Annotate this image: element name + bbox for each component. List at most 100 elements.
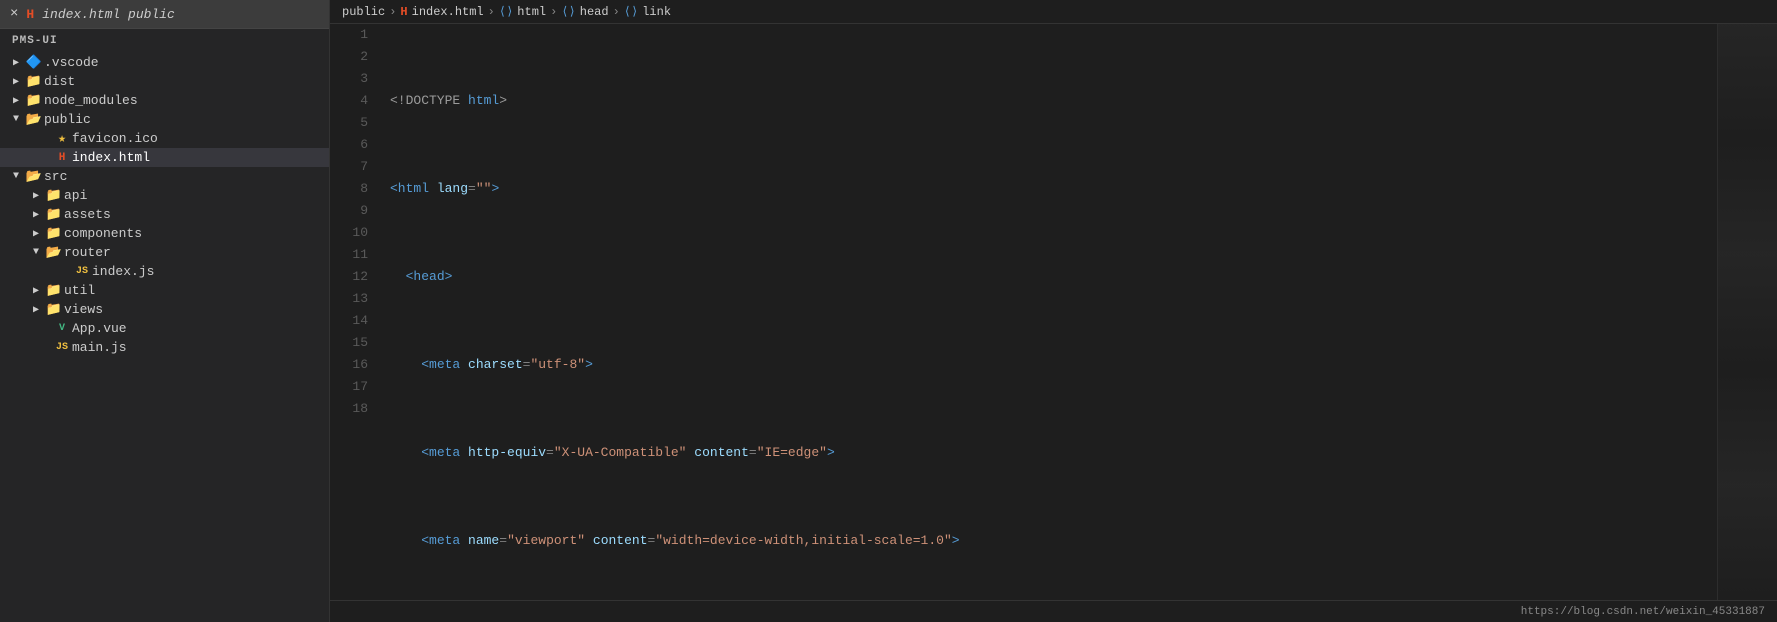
ln-18: 18 (330, 398, 368, 420)
sidebar-item-components[interactable]: ▶ 📁 components (0, 224, 329, 243)
ln-15: 15 (330, 332, 368, 354)
sidebar-item-index-html[interactable]: H index.html (0, 148, 329, 167)
vue-file-icon: V (52, 323, 72, 334)
item-label: assets (64, 207, 111, 222)
sidebar-item-vscode[interactable]: ▶ 🔷 .vscode (0, 53, 329, 72)
sidebar-item-main-js[interactable]: JS main.js (0, 338, 329, 357)
item-label: App.vue (72, 321, 127, 336)
html-file-icon: H (52, 152, 72, 164)
explorer-title: PMS-UI (0, 29, 329, 53)
breadcrumb-html-icon: H (400, 5, 407, 19)
breadcrumb-tag-icon3: ⟨⟩ (624, 4, 638, 19)
item-label: favicon.ico (72, 131, 158, 146)
ln-7: 7 (330, 156, 368, 178)
item-label: main.js (72, 340, 127, 355)
editor: 1 2 3 4 5 6 7 8 9 10 11 12 13 14 15 16 1… (330, 24, 1777, 622)
item-label: router (64, 245, 111, 260)
sidebar-item-assets[interactable]: ▶ 📁 assets (0, 205, 329, 224)
sidebar-item-views[interactable]: ▶ 📁 views (0, 300, 329, 319)
sidebar-item-util[interactable]: ▶ 📁 util (0, 281, 329, 300)
item-label: public (44, 112, 91, 127)
code-line-1: <!DOCTYPE html> (390, 90, 1717, 112)
folder-open-icon: 📂 (44, 245, 64, 260)
sidebar: × H index.html public PMS-UI ▶ 🔷 .vscode… (0, 0, 330, 622)
arrow-icon: ▶ (8, 76, 24, 88)
line-numbers: 1 2 3 4 5 6 7 8 9 10 11 12 13 14 15 16 1… (330, 24, 380, 600)
code-line-3: <head> (390, 266, 1717, 288)
breadcrumb-sep2: › (488, 5, 495, 19)
ln-1: 1 (330, 24, 368, 46)
ln-2: 2 (330, 46, 368, 68)
item-label: .vscode (44, 55, 99, 70)
folder-icon: 📁 (24, 74, 44, 89)
folder-icon: 📁 (44, 226, 64, 241)
minimap (1717, 24, 1777, 600)
item-label: dist (44, 74, 75, 89)
sidebar-item-router-index[interactable]: JS index.js (0, 262, 329, 281)
editor-wrapper: public › H index.html › ⟨⟩ html › ⟨⟩ hea… (330, 0, 1777, 622)
breadcrumb-sep3: › (550, 5, 557, 19)
arrow-icon: ▶ (28, 209, 44, 221)
arrow-icon: ▼ (28, 247, 44, 258)
ln-8: 8 (330, 178, 368, 200)
code-line-6: <meta name="viewport" content="width=dev… (390, 530, 1717, 552)
breadcrumb-sep1: › (389, 5, 396, 19)
sidebar-item-api[interactable]: ▶ 📁 api (0, 186, 329, 205)
favicon-icon: ★ (52, 131, 72, 146)
arrow-icon: ▶ (28, 285, 44, 297)
code-line-2: <html lang=""> (390, 178, 1717, 200)
breadcrumb: public › H index.html › ⟨⟩ html › ⟨⟩ hea… (330, 0, 1777, 24)
ln-9: 9 (330, 200, 368, 222)
item-label: src (44, 169, 67, 184)
open-editors-header: × H index.html public (0, 0, 329, 29)
folder-icon: 📁 (44, 302, 64, 317)
ln-14: 14 (330, 310, 368, 332)
breadcrumb-head: head (580, 5, 609, 19)
active-file-label: index.html public (42, 7, 175, 22)
sidebar-item-favicon[interactable]: ★ favicon.ico (0, 129, 329, 148)
sidebar-item-app-vue[interactable]: V App.vue (0, 319, 329, 338)
code-content[interactable]: <!DOCTYPE html> <html lang=""> <head> <m… (380, 24, 1717, 600)
breadcrumb-link: link (642, 5, 671, 19)
sidebar-item-dist[interactable]: ▶ 📁 dist (0, 72, 329, 91)
folder-icon: 📁 (44, 283, 64, 298)
item-label: api (64, 188, 87, 203)
ln-3: 3 (330, 68, 368, 90)
item-label: util (64, 283, 95, 298)
arrow-icon: ▼ (8, 171, 24, 182)
code-area: 1 2 3 4 5 6 7 8 9 10 11 12 13 14 15 16 1… (330, 24, 1777, 600)
item-label: views (64, 302, 103, 317)
sidebar-item-public[interactable]: ▼ 📂 public (0, 110, 329, 129)
arrow-icon: ▶ (8, 95, 24, 107)
item-label: index.html (72, 150, 150, 165)
ln-16: 16 (330, 354, 368, 376)
file-tree: ▶ 🔷 .vscode ▶ 📁 dist ▶ 📁 node_modules ▼ … (0, 53, 329, 622)
ln-6: 6 (330, 134, 368, 156)
breadcrumb-tag-icon2: ⟨⟩ (561, 4, 575, 19)
close-icon[interactable]: × (10, 6, 18, 22)
minimap-content (1718, 24, 1777, 600)
item-label: node_modules (44, 93, 138, 108)
folder-icon: 📁 (44, 207, 64, 222)
arrow-icon: ▶ (28, 228, 44, 240)
breadcrumb-tag-icon1: ⟨⟩ (499, 4, 513, 19)
html-icon: H (26, 7, 34, 22)
bottom-bar: https://blog.csdn.net/weixin_45331887 (330, 600, 1777, 622)
js-file-icon: JS (52, 342, 72, 353)
sidebar-item-router[interactable]: ▼ 📂 router (0, 243, 329, 262)
arrow-icon: ▶ (28, 190, 44, 202)
arrow-icon: ▼ (8, 114, 24, 125)
sidebar-item-src[interactable]: ▼ 📂 src (0, 167, 329, 186)
ln-17: 17 (330, 376, 368, 398)
breadcrumb-filename: index.html (412, 5, 484, 19)
code-line-4: <meta charset="utf-8"> (390, 354, 1717, 376)
folder-icon: 📁 (24, 93, 44, 108)
sidebar-item-node-modules[interactable]: ▶ 📁 node_modules (0, 91, 329, 110)
status-url: https://blog.csdn.net/weixin_45331887 (1521, 606, 1765, 618)
arrow-icon: ▶ (28, 304, 44, 316)
ln-12: 12 (330, 266, 368, 288)
folder-open-icon: 📂 (24, 112, 44, 127)
arrow-icon: ▶ (8, 57, 24, 69)
ln-10: 10 (330, 222, 368, 244)
code-line-5: <meta http-equiv="X-UA-Compatible" conte… (390, 442, 1717, 464)
